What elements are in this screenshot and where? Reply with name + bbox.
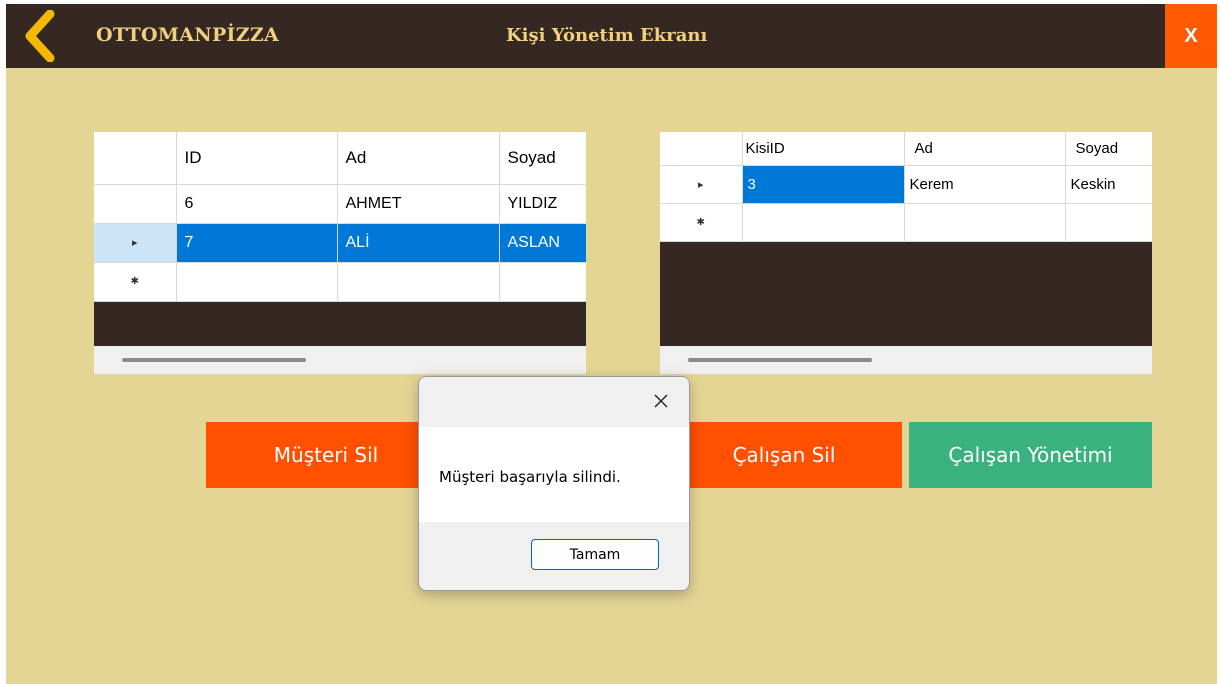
- cell-soyad[interactable]: Keskin: [1065, 165, 1152, 204]
- horizontal-scrollbar[interactable]: [94, 346, 586, 374]
- scrollbar-thumb[interactable]: [688, 358, 872, 362]
- row-header-corner: [94, 132, 177, 185]
- row-indicator[interactable]: ▸: [94, 223, 177, 263]
- row-header-corner: [660, 132, 743, 166]
- new-row-indicator[interactable]: ✱: [660, 203, 743, 242]
- cell-ad[interactable]: [337, 262, 500, 302]
- cell-id[interactable]: [176, 262, 338, 302]
- customer-table: ID Ad Soyad 6 AHMET YILDIZ ▸ 7 ALİ ASLAN…: [94, 132, 586, 302]
- cell-kisiid-selected[interactable]: 3: [742, 165, 905, 204]
- new-row-indicator[interactable]: ✱: [94, 262, 177, 302]
- cell-soyad[interactable]: [1065, 203, 1152, 242]
- column-header-id[interactable]: ID: [176, 132, 338, 185]
- employee-table: KisiID Ad Soyad ▸ 3 Kerem Keskin ✱: [660, 132, 1152, 242]
- cell-soyad[interactable]: YILDIZ: [499, 184, 586, 224]
- message-dialog: Müşteri başarıyla silindi. Tamam: [418, 376, 690, 591]
- cell-ad[interactable]: [904, 203, 1066, 242]
- customer-header-row: ID Ad Soyad: [94, 132, 586, 185]
- column-header-kisiid[interactable]: KisiID: [742, 132, 905, 166]
- back-button[interactable]: [20, 9, 60, 63]
- row-indicator[interactable]: ▸: [660, 165, 743, 204]
- cell-ad[interactable]: Kerem: [904, 165, 1066, 204]
- employee-grid[interactable]: KisiID Ad Soyad ▸ 3 Kerem Keskin ✱: [660, 132, 1152, 374]
- chevron-left-icon: [25, 9, 55, 63]
- column-header-soyad[interactable]: Soyad: [1065, 132, 1152, 166]
- delete-employee-button[interactable]: Çalışan Sil: [666, 422, 902, 488]
- new-row[interactable]: ✱: [94, 262, 586, 302]
- cell-ad[interactable]: AHMET: [337, 184, 500, 224]
- brand-name: OTTOMANPİZZA: [96, 24, 280, 46]
- cell-ad[interactable]: ALİ: [337, 223, 500, 263]
- page-title: Kişi Yönetim Ekranı: [506, 25, 708, 46]
- column-header-ad[interactable]: Ad: [337, 132, 500, 185]
- column-header-soyad[interactable]: Soyad: [499, 132, 586, 185]
- table-row[interactable]: 6 AHMET YILDIZ: [94, 184, 586, 224]
- new-row[interactable]: ✱: [660, 203, 1152, 242]
- employee-management-button[interactable]: Çalışan Yönetimi: [909, 422, 1152, 488]
- dialog-body: Müşteri başarıyla silindi.: [419, 427, 689, 522]
- row-indicator[interactable]: [94, 184, 177, 224]
- delete-customer-button[interactable]: Müşteri Sil: [206, 422, 446, 488]
- cell-kisiid[interactable]: [742, 203, 905, 242]
- dialog-message: Müşteri başarıyla silindi.: [439, 468, 621, 486]
- ok-button[interactable]: Tamam: [531, 539, 659, 570]
- cell-id[interactable]: 7: [176, 223, 338, 263]
- close-icon: [654, 394, 668, 408]
- cell-soyad[interactable]: ASLAN: [499, 223, 586, 263]
- dialog-close-button[interactable]: [647, 387, 675, 415]
- customer-grid[interactable]: ID Ad Soyad 6 AHMET YILDIZ ▸ 7 ALİ ASLAN…: [94, 132, 586, 374]
- employee-header-row: KisiID Ad Soyad: [660, 132, 1152, 166]
- scrollbar-thumb[interactable]: [122, 358, 306, 362]
- cell-soyad[interactable]: [499, 262, 586, 302]
- column-header-ad[interactable]: Ad: [904, 132, 1066, 166]
- close-button[interactable]: X: [1165, 4, 1217, 68]
- table-row-selected[interactable]: ▸ 7 ALİ ASLAN: [94, 223, 586, 263]
- cell-id[interactable]: 6: [176, 184, 338, 224]
- horizontal-scrollbar[interactable]: [660, 346, 1152, 374]
- table-row[interactable]: ▸ 3 Kerem Keskin: [660, 165, 1152, 204]
- title-bar: OTTOMANPİZZA Kişi Yönetim Ekranı X: [6, 4, 1217, 68]
